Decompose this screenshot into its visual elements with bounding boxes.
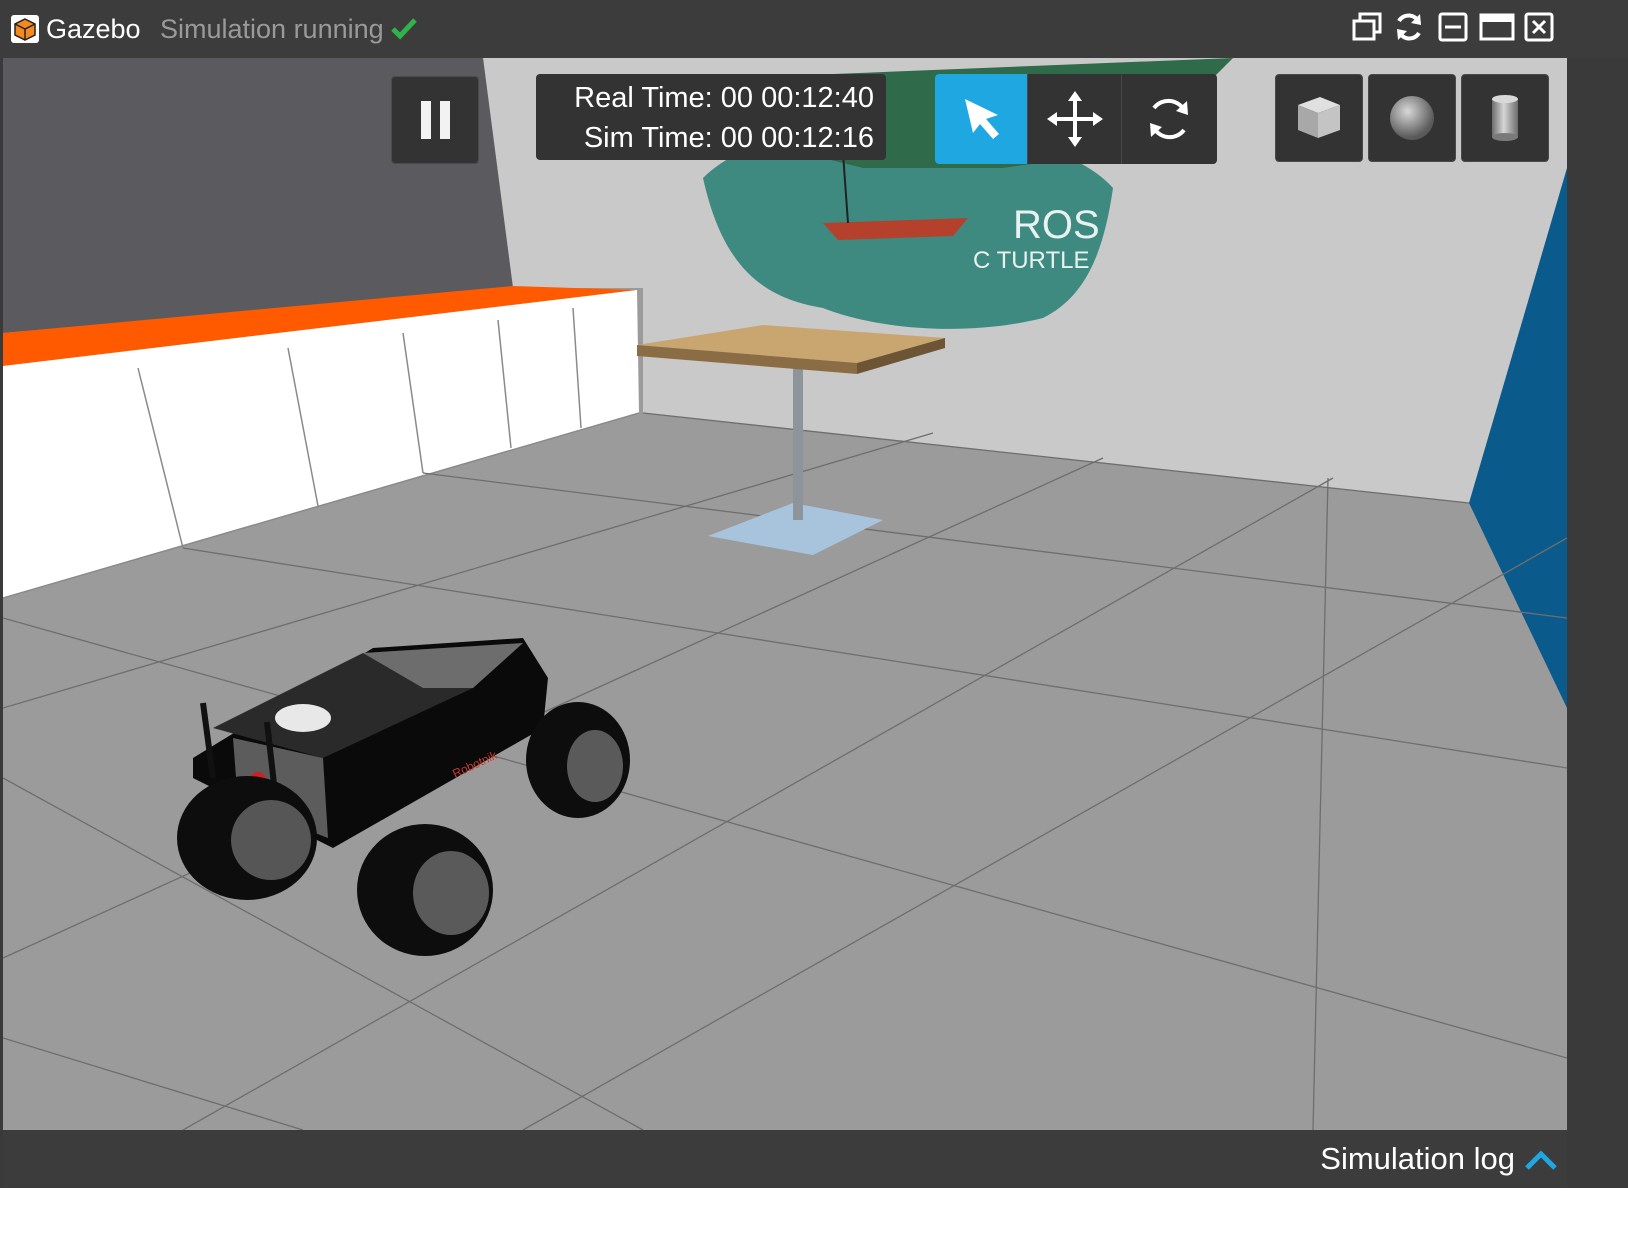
restore-icon[interactable] [1350, 10, 1384, 44]
poster-ros-text: ROS [1013, 203, 1100, 247]
maximize-icon[interactable] [1478, 10, 1516, 44]
app-name: Gazebo [46, 14, 141, 44]
pause-button[interactable] [391, 76, 479, 164]
sim-time: Sim Time: 00 00:12:16 [583, 122, 874, 154]
sphere-shape-icon [1390, 96, 1434, 140]
chevron-up-icon[interactable] [1523, 1142, 1559, 1178]
refresh-icon[interactable] [1392, 10, 1426, 44]
select-mode-button[interactable] [935, 74, 1028, 164]
window-edge [0, 1188, 1628, 1234]
pause-icon [421, 101, 450, 139]
simulation-log-toggle[interactable]: Simulation log [1320, 1140, 1515, 1178]
insert-sphere-button[interactable] [1368, 74, 1456, 162]
translate-mode-button[interactable] [1029, 74, 1122, 164]
3d-viewport[interactable]: ROS C TURTLE Robotnik Real Time: 00 00:1… [3, 58, 1567, 1130]
time-panel: Real Time: 00 00:12:40 Sim Time: 00 00:1… [536, 74, 886, 160]
insert-box-button[interactable] [1275, 74, 1363, 162]
poster-turtle-text: C TURTLE [973, 247, 1089, 274]
close-icon[interactable] [1522, 10, 1556, 44]
insert-cylinder-button[interactable] [1461, 74, 1549, 162]
box-shape-icon [1298, 97, 1340, 138]
move-arrows-icon [1047, 91, 1103, 147]
minimize-icon[interactable] [1436, 10, 1470, 44]
bottom-bar: Simulation log [3, 1130, 1567, 1188]
manipulation-modes [935, 74, 1217, 164]
rotate-mode-button[interactable] [1123, 74, 1216, 164]
pointer-arrow-icon [965, 99, 999, 139]
simulation-scene: ROS C TURTLE Robotnik [3, 58, 1567, 1130]
check-icon [391, 18, 417, 40]
rotate-icon [1150, 98, 1188, 140]
gazebo-window: Gazebo Simulation running ROS C TURTLE R… [0, 0, 1628, 1234]
cylinder-shape-icon [1492, 95, 1518, 141]
simulation-status: Simulation running [160, 14, 384, 44]
gazebo-logo-icon [11, 15, 39, 43]
real-time: Real Time: 00 00:12:40 [574, 82, 874, 114]
title-bar: Gazebo Simulation running [0, 0, 1628, 58]
